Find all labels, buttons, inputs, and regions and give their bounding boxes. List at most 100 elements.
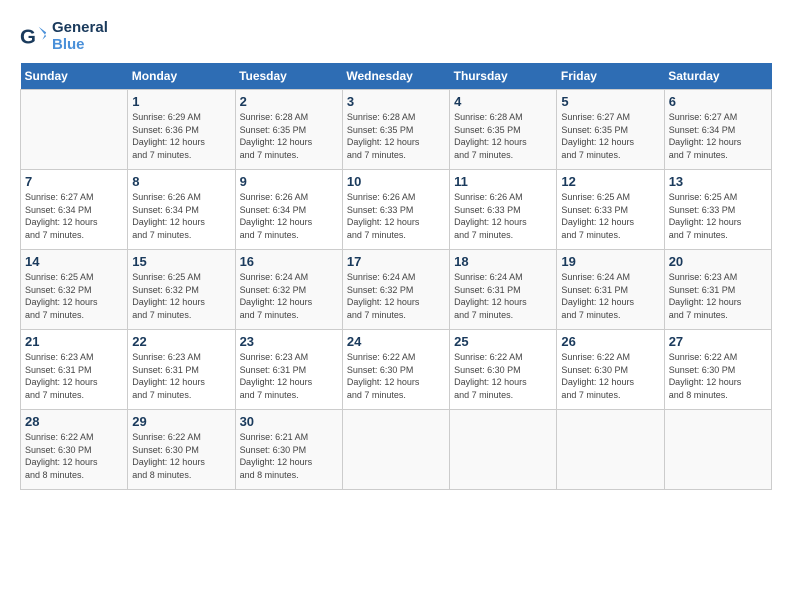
calendar-cell: 6 Sunrise: 6:27 AM Sunset: 6:34 PM Daylig… <box>664 90 771 170</box>
weekday-header-wednesday: Wednesday <box>342 63 449 90</box>
day-info: Sunrise: 6:23 AM Sunset: 6:31 PM Dayligh… <box>240 351 338 401</box>
day-number: 1 <box>132 94 230 109</box>
logo-text-line1: General <box>52 20 108 37</box>
logo: G General Blue <box>20 20 108 53</box>
calendar-cell: 30 Sunrise: 6:21 AM Sunset: 6:30 PM Dayli… <box>235 410 342 490</box>
calendar-cell: 25Sunrise: 6:22 AM Sunset: 6:30 PM Dayli… <box>450 330 557 410</box>
day-info: Sunrise: 6:26 AM Sunset: 6:33 PM Dayligh… <box>454 191 552 241</box>
day-info: Sunrise: 6:29 AM Sunset: 6:36 PM Dayligh… <box>132 111 230 161</box>
day-number: 4 <box>454 94 552 109</box>
day-number: 12 <box>561 174 659 189</box>
weekday-header-tuesday: Tuesday <box>235 63 342 90</box>
calendar-cell <box>450 410 557 490</box>
day-number: 17 <box>347 254 445 269</box>
day-number: 30 <box>240 414 338 429</box>
day-info: Sunrise: 6:25 AM Sunset: 6:33 PM Dayligh… <box>561 191 659 241</box>
day-info: Sunrise: 6:22 AM Sunset: 6:30 PM Dayligh… <box>669 351 767 401</box>
day-info: Sunrise: 6:22 AM Sunset: 6:30 PM Dayligh… <box>454 351 552 401</box>
day-info: Sunrise: 6:22 AM Sunset: 6:30 PM Dayligh… <box>347 351 445 401</box>
day-info: Sunrise: 6:22 AM Sunset: 6:30 PM Dayligh… <box>132 431 230 481</box>
page-header: G General Blue <box>20 20 772 53</box>
calendar-cell: 8 Sunrise: 6:26 AM Sunset: 6:34 PM Daylig… <box>128 170 235 250</box>
day-number: 11 <box>454 174 552 189</box>
day-info: Sunrise: 6:28 AM Sunset: 6:35 PM Dayligh… <box>454 111 552 161</box>
calendar-cell: 14 Sunrise: 6:25 AM Sunset: 6:32 PM Dayli… <box>21 250 128 330</box>
calendar-cell <box>664 410 771 490</box>
day-number: 26 <box>561 334 659 349</box>
day-number: 8 <box>132 174 230 189</box>
day-info: Sunrise: 6:21 AM Sunset: 6:30 PM Dayligh… <box>240 431 338 481</box>
weekday-header-thursday: Thursday <box>450 63 557 90</box>
day-info: Sunrise: 6:28 AM Sunset: 6:35 PM Dayligh… <box>347 111 445 161</box>
calendar-body: 1 Sunrise: 6:29 AM Sunset: 6:36 PM Daylig… <box>21 90 772 490</box>
calendar-cell: 2 Sunrise: 6:28 AM Sunset: 6:35 PM Daylig… <box>235 90 342 170</box>
calendar-cell: 24 Sunrise: 6:22 AM Sunset: 6:30 PM Dayli… <box>342 330 449 410</box>
logo-icon: G <box>20 23 48 51</box>
calendar-cell: 3Sunrise: 6:28 AM Sunset: 6:35 PM Daylig… <box>342 90 449 170</box>
day-info: Sunrise: 6:25 AM Sunset: 6:32 PM Dayligh… <box>132 271 230 321</box>
day-info: Sunrise: 6:25 AM Sunset: 6:32 PM Dayligh… <box>25 271 123 321</box>
calendar-table: SundayMondayTuesdayWednesdayThursdayFrid… <box>20 63 772 490</box>
calendar-cell: 10 Sunrise: 6:26 AM Sunset: 6:33 PM Dayli… <box>342 170 449 250</box>
day-number: 27 <box>669 334 767 349</box>
day-info: Sunrise: 6:24 AM Sunset: 6:31 PM Dayligh… <box>561 271 659 321</box>
calendar-cell: 13Sunrise: 6:25 AM Sunset: 6:33 PM Dayli… <box>664 170 771 250</box>
day-info: Sunrise: 6:24 AM Sunset: 6:32 PM Dayligh… <box>240 271 338 321</box>
day-number: 24 <box>347 334 445 349</box>
day-number: 15 <box>132 254 230 269</box>
day-info: Sunrise: 6:27 AM Sunset: 6:34 PM Dayligh… <box>669 111 767 161</box>
calendar-cell: 7 Sunrise: 6:27 AM Sunset: 6:34 PM Daylig… <box>21 170 128 250</box>
day-info: Sunrise: 6:27 AM Sunset: 6:35 PM Dayligh… <box>561 111 659 161</box>
calendar-cell: 19 Sunrise: 6:24 AM Sunset: 6:31 PM Dayli… <box>557 250 664 330</box>
day-number: 7 <box>25 174 123 189</box>
calendar-cell: 11 Sunrise: 6:26 AM Sunset: 6:33 PM Dayli… <box>450 170 557 250</box>
day-info: Sunrise: 6:24 AM Sunset: 6:31 PM Dayligh… <box>454 271 552 321</box>
day-number: 21 <box>25 334 123 349</box>
day-number: 20 <box>669 254 767 269</box>
calendar-cell: 21 Sunrise: 6:23 AM Sunset: 6:31 PM Dayli… <box>21 330 128 410</box>
calendar-cell: 28Sunrise: 6:22 AM Sunset: 6:30 PM Dayli… <box>21 410 128 490</box>
day-info: Sunrise: 6:23 AM Sunset: 6:31 PM Dayligh… <box>25 351 123 401</box>
calendar-cell: 15 Sunrise: 6:25 AM Sunset: 6:32 PM Dayli… <box>128 250 235 330</box>
day-number: 22 <box>132 334 230 349</box>
day-number: 19 <box>561 254 659 269</box>
day-number: 6 <box>669 94 767 109</box>
calendar-cell <box>21 90 128 170</box>
day-info: Sunrise: 6:22 AM Sunset: 6:30 PM Dayligh… <box>561 351 659 401</box>
svg-text:G: G <box>20 25 36 48</box>
weekday-header-monday: Monday <box>128 63 235 90</box>
day-number: 9 <box>240 174 338 189</box>
calendar-cell: 23 Sunrise: 6:23 AM Sunset: 6:31 PM Dayli… <box>235 330 342 410</box>
day-info: Sunrise: 6:28 AM Sunset: 6:35 PM Dayligh… <box>240 111 338 161</box>
logo-text-line2: Blue <box>52 37 108 54</box>
weekday-header-friday: Friday <box>557 63 664 90</box>
calendar-cell: 1 Sunrise: 6:29 AM Sunset: 6:36 PM Daylig… <box>128 90 235 170</box>
calendar-cell: 16 Sunrise: 6:24 AM Sunset: 6:32 PM Dayli… <box>235 250 342 330</box>
day-number: 28 <box>25 414 123 429</box>
weekday-header-sunday: Sunday <box>21 63 128 90</box>
calendar-cell: 18Sunrise: 6:24 AM Sunset: 6:31 PM Dayli… <box>450 250 557 330</box>
calendar-cell: 20 Sunrise: 6:23 AM Sunset: 6:31 PM Dayli… <box>664 250 771 330</box>
calendar-week-3: 14 Sunrise: 6:25 AM Sunset: 6:32 PM Dayli… <box>21 250 772 330</box>
day-info: Sunrise: 6:25 AM Sunset: 6:33 PM Dayligh… <box>669 191 767 241</box>
day-number: 2 <box>240 94 338 109</box>
calendar-cell: 5Sunrise: 6:27 AM Sunset: 6:35 PM Daylig… <box>557 90 664 170</box>
day-info: Sunrise: 6:27 AM Sunset: 6:34 PM Dayligh… <box>25 191 123 241</box>
calendar-week-4: 21 Sunrise: 6:23 AM Sunset: 6:31 PM Dayli… <box>21 330 772 410</box>
day-number: 10 <box>347 174 445 189</box>
day-info: Sunrise: 6:26 AM Sunset: 6:33 PM Dayligh… <box>347 191 445 241</box>
weekday-header-saturday: Saturday <box>664 63 771 90</box>
day-number: 23 <box>240 334 338 349</box>
day-number: 14 <box>25 254 123 269</box>
day-info: Sunrise: 6:23 AM Sunset: 6:31 PM Dayligh… <box>669 271 767 321</box>
calendar-week-1: 1 Sunrise: 6:29 AM Sunset: 6:36 PM Daylig… <box>21 90 772 170</box>
day-info: Sunrise: 6:26 AM Sunset: 6:34 PM Dayligh… <box>240 191 338 241</box>
calendar-cell: 4 Sunrise: 6:28 AM Sunset: 6:35 PM Daylig… <box>450 90 557 170</box>
day-info: Sunrise: 6:23 AM Sunset: 6:31 PM Dayligh… <box>132 351 230 401</box>
calendar-cell: 26 Sunrise: 6:22 AM Sunset: 6:30 PM Dayli… <box>557 330 664 410</box>
day-number: 16 <box>240 254 338 269</box>
day-info: Sunrise: 6:26 AM Sunset: 6:34 PM Dayligh… <box>132 191 230 241</box>
calendar-week-2: 7 Sunrise: 6:27 AM Sunset: 6:34 PM Daylig… <box>21 170 772 250</box>
calendar-header-row: SundayMondayTuesdayWednesdayThursdayFrid… <box>21 63 772 90</box>
calendar-cell: 27 Sunrise: 6:22 AM Sunset: 6:30 PM Dayli… <box>664 330 771 410</box>
